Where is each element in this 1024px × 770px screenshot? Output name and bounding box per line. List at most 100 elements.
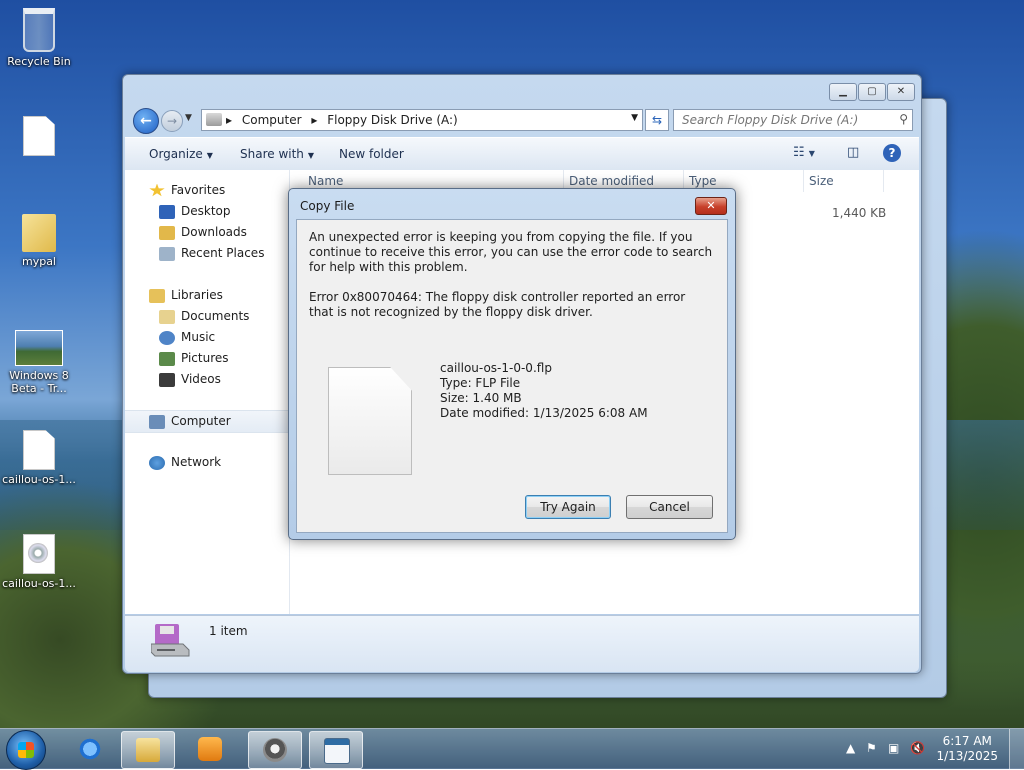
desktop-icon-recycle-bin[interactable]: Recycle Bin <box>1 8 77 68</box>
nav-music[interactable]: Music <box>125 327 288 348</box>
explorer-folder-icon <box>136 738 160 762</box>
taskbar-internet-explorer[interactable] <box>64 731 116 767</box>
nav-network-label: Network <box>171 455 222 469</box>
nav-computer-label: Computer <box>171 414 231 428</box>
maximize-button[interactable]: ▢ <box>858 83 886 101</box>
nav-favorites[interactable]: Favorites <box>125 180 288 201</box>
address-dropdown-icon[interactable]: ▼ <box>631 113 638 123</box>
libraries-icon <box>149 288 165 303</box>
preview-pane-icon[interactable]: ◫ <box>847 145 859 160</box>
nav-recent-places[interactable]: Recent Places <box>125 243 288 264</box>
taskbar-windows-explorer[interactable] <box>121 731 175 769</box>
new-folder-button[interactable]: New folder <box>339 147 404 161</box>
caption-buttons: ▁ ▢ ✕ <box>829 83 915 101</box>
try-again-button[interactable]: Try Again <box>525 495 611 519</box>
desktop-icon <box>159 204 175 219</box>
taskbar-raccoon-app[interactable] <box>248 731 302 769</box>
folder-icon <box>22 214 56 252</box>
nav-network[interactable]: Network <box>125 452 288 473</box>
desktop-icon-caillou-disc[interactable]: caillou-os-1... <box>1 534 77 590</box>
nav-computer[interactable]: Computer <box>125 410 288 433</box>
network-icon <box>149 455 165 470</box>
file-name: caillou-os-1-0-0.flp <box>440 361 552 375</box>
forward-button[interactable]: → <box>161 110 183 132</box>
recycle-bin-icon <box>23 8 55 52</box>
file-info: caillou-os-1-0-0.flp Type: FLP File Size… <box>440 361 648 421</box>
dialog-close-button[interactable]: ✕ <box>695 197 727 215</box>
file-type: Type: FLP File <box>440 376 521 390</box>
nav-documents-label: Documents <box>181 309 250 323</box>
refresh-button[interactable]: ⇆ <box>645 109 669 131</box>
breadcrumb-computer[interactable]: Computer <box>242 113 302 127</box>
internet-explorer-icon <box>78 737 102 761</box>
command-bar: Organize ▼ Share with ▼ New folder ☷ ▼ ◫ ? <box>125 137 919 171</box>
breadcrumb-floppy[interactable]: Floppy Disk Drive (A:) <box>327 113 458 127</box>
nav-recent-places-label: Recent Places <box>181 246 265 260</box>
desktop-icon-caillou-document[interactable]: caillou-os-1... <box>1 430 77 486</box>
downloads-folder-icon <box>159 225 175 240</box>
nav-downloads[interactable]: Downloads <box>125 222 288 243</box>
desktop-icon-windows8[interactable]: Windows 8 Beta - Tr... <box>1 330 77 395</box>
column-date-modified[interactable]: Date modified <box>569 174 654 188</box>
nav-documents[interactable]: Documents <box>125 306 288 327</box>
star-icon <box>149 183 165 197</box>
desktop-icon-mypal[interactable]: mypal <box>1 214 77 268</box>
blank-document-icon <box>23 116 55 156</box>
image-thumbnail-icon <box>15 330 63 366</box>
taskbar: ▲ ⚑ ▣ 🔇 6:17 AM 1/13/2025 <box>0 728 1024 770</box>
clock-time: 6:17 AM <box>942 734 992 748</box>
column-type[interactable]: Type <box>689 174 717 188</box>
clock[interactable]: 6:17 AM 1/13/2025 <box>936 734 998 764</box>
breadcrumb-separator-icon[interactable]: ▸ <box>311 113 317 127</box>
cancel-button[interactable]: Cancel <box>626 495 713 519</box>
start-button[interactable] <box>6 730 46 770</box>
address-row: ← → ▼ ▸ Computer ▸ Floppy Disk Drive (A:… <box>131 107 913 134</box>
column-name[interactable]: Name <box>308 174 343 188</box>
nav-desktop[interactable]: Desktop <box>125 201 288 222</box>
nav-videos-label: Videos <box>181 372 221 386</box>
show-hidden-icons-icon[interactable]: ▲ <box>846 741 855 755</box>
recent-places-icon <box>159 246 175 261</box>
nav-pictures[interactable]: Pictures <box>125 348 288 369</box>
show-desktop-button[interactable] <box>1009 729 1024 769</box>
nav-music-label: Music <box>181 330 216 344</box>
search-input[interactable] <box>680 110 884 130</box>
media-player-icon <box>198 737 222 761</box>
history-dropdown-icon[interactable]: ▼ <box>185 113 192 123</box>
organize-menu[interactable]: Organize ▼ <box>149 147 213 161</box>
desktop-icon-label: caillou-os-1... <box>2 473 76 486</box>
disc-image-icon <box>23 534 55 574</box>
nav-videos[interactable]: Videos <box>125 369 288 390</box>
minimize-button[interactable]: ▁ <box>829 83 857 101</box>
copy-file-dialog[interactable]: Copy File ✕ An unexpected error is keepi… <box>288 188 736 540</box>
help-icon[interactable]: ? <box>883 144 901 162</box>
nav-downloads-label: Downloads <box>181 225 247 239</box>
chevron-down-icon: ▼ <box>206 151 213 160</box>
search-icon[interactable]: ⚲ <box>899 112 908 126</box>
nav-favorites-label: Favorites <box>171 183 226 197</box>
address-bar[interactable]: ▸ Computer ▸ Floppy Disk Drive (A:) ▼ <box>201 109 643 131</box>
action-center-flag-icon[interactable]: ⚑ <box>866 741 877 755</box>
search-box[interactable]: ⚲ <box>673 109 913 131</box>
floppy-drive-large-icon <box>151 624 190 657</box>
application-window-icon <box>324 738 350 764</box>
document-icon <box>23 430 55 470</box>
desktop-icon-label: caillou-os-1... <box>2 577 76 590</box>
breadcrumb-separator-icon[interactable]: ▸ <box>226 113 232 127</box>
close-window-button[interactable]: ✕ <box>887 83 915 101</box>
network-tray-icon[interactable]: ▣ <box>888 741 899 755</box>
back-button[interactable]: ← <box>133 108 159 134</box>
nav-desktop-label: Desktop <box>181 204 231 218</box>
organize-label: Organize <box>149 147 203 161</box>
taskbar-window-app[interactable] <box>309 731 363 769</box>
view-options-icon[interactable]: ☷ ▼ <box>793 145 815 160</box>
column-size[interactable]: Size <box>809 174 834 188</box>
floppy-drive-icon <box>206 113 222 126</box>
desktop-icon-blank-file[interactable] <box>1 116 77 159</box>
taskbar-media-player[interactable] <box>184 731 236 767</box>
nav-libraries[interactable]: Libraries <box>125 285 288 306</box>
share-with-menu[interactable]: Share with ▼ <box>240 147 314 161</box>
dialog-body: An unexpected error is keeping you from … <box>296 219 728 533</box>
volume-muted-icon[interactable]: 🔇 <box>910 741 925 755</box>
dialog-title: Copy File <box>300 199 355 213</box>
